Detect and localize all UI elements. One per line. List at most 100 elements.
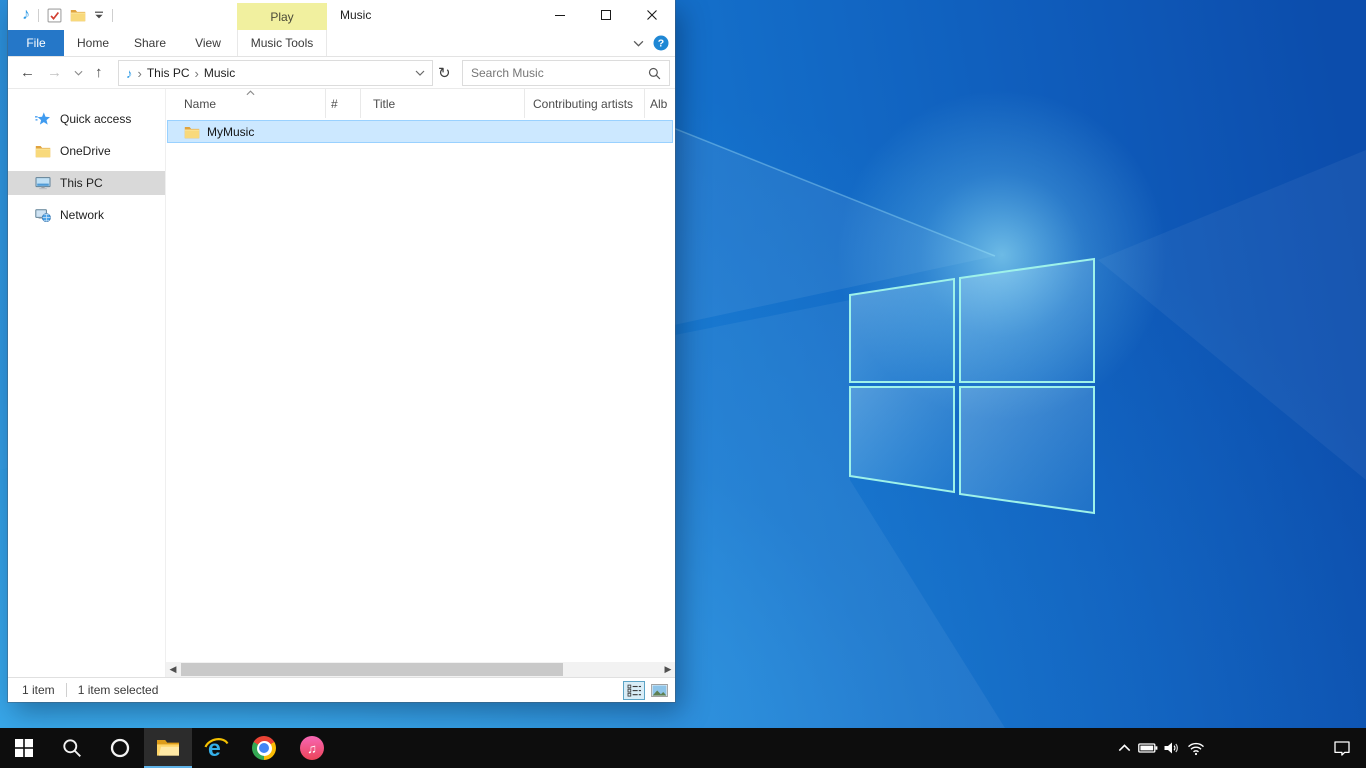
this-pc-monitor-icon [35,176,51,190]
window-controls [537,0,675,30]
start-button[interactable] [0,728,48,768]
address-bar[interactable]: ♪ › This PC › Music [118,60,433,86]
onedrive-folder-icon [35,144,51,158]
tab-home[interactable]: Home [70,30,116,56]
minimize-button[interactable] [537,0,583,30]
thumbnail-view-icon [651,684,668,697]
volume-tray-button[interactable] [1160,728,1184,768]
breadcrumb-chevron: › [190,67,204,80]
network-tray-button[interactable] [1184,728,1208,768]
taskbar-chrome-button[interactable] [240,728,288,768]
toolbar-separator [112,9,113,22]
sidebar-item-onedrive[interactable]: OneDrive [8,139,165,163]
close-button[interactable] [629,0,675,30]
status-separator [66,683,67,697]
file-explorer-window: ♪ Play Music File Home Share View Music … [8,0,675,702]
sidebar-item-network[interactable]: Network [8,203,165,227]
refresh-button[interactable]: ↻ [438,57,451,88]
back-button[interactable]: ← [20,65,35,80]
minimize-ribbon-chevron-icon[interactable] [633,40,644,47]
scroll-left-arrow[interactable]: ◀ [166,662,180,677]
ribbon-tabs: File Home Share View Music Tools [8,30,675,57]
chrome-icon [252,736,276,760]
address-bar-row: ← → ↑ ♪ › This PC › Music ↻ [8,57,675,89]
column-header-name[interactable]: Name [166,89,326,118]
sidebar-item-quick-access[interactable]: Quick access [8,107,165,131]
breadcrumb-music[interactable]: Music [204,66,235,80]
tab-file[interactable]: File [8,30,64,56]
search-box [462,60,670,86]
sidebar-item-label: OneDrive [60,144,111,158]
recent-locations-chevron-icon[interactable] [74,70,83,76]
speaker-icon [1163,741,1181,755]
contextual-tab-play[interactable]: Play [237,3,327,30]
column-header-album[interactable]: Alb [645,89,675,118]
tab-music-tools[interactable]: Music Tools [237,30,327,56]
internet-explorer-icon [203,735,229,761]
sort-ascending-icon [246,90,255,96]
action-center-button[interactable] [1318,728,1366,768]
cortana-button[interactable] [96,728,144,768]
title-bar: ♪ Play Music [8,0,675,30]
horizontal-scrollbar[interactable]: ◀ ▶ [166,662,675,677]
file-row-mymusic[interactable]: MyMusic [167,120,673,143]
taskbar-internet-explorer-button[interactable] [192,728,240,768]
toolbar-separator [38,9,39,22]
column-header-number[interactable]: # [326,89,361,118]
taskbar-itunes-button[interactable]: ♫ [288,728,336,768]
cortana-circle-icon [110,738,130,758]
chevron-up-icon [1118,744,1131,752]
column-header-title[interactable]: Title [361,89,525,118]
sidebar-item-label: Quick access [60,112,131,126]
file-explorer-icon [156,737,180,757]
show-hidden-icons-button[interactable] [1112,728,1136,768]
up-button[interactable]: ↑ [95,65,103,80]
taskbar-file-explorer-button[interactable] [144,728,192,768]
search-icon [62,738,82,758]
file-name: MyMusic [207,125,254,139]
windows-logo [850,259,1094,513]
app-music-icon: ♪ [22,7,30,23]
column-header-contributing-artists[interactable]: Contributing artists [525,89,645,118]
status-bar: 1 item 1 item selected [8,677,675,702]
forward-button[interactable]: → [47,65,62,80]
file-list-pane: Name # Title Contributing artists Alb My… [166,89,675,677]
properties-icon[interactable] [47,8,62,23]
search-input[interactable] [463,66,648,80]
breadcrumb-this-pc[interactable]: This PC [147,66,190,80]
details-view-icon [627,684,642,697]
customize-toolbar-dropdown-icon[interactable] [94,11,104,19]
taskbar: ♫ [0,728,1366,768]
window-title: Music [340,0,371,30]
column-headers: Name # Title Contributing artists Alb [166,89,675,118]
network-icon [35,208,51,222]
new-folder-icon[interactable] [70,8,86,22]
details-view-button[interactable] [623,681,645,700]
window-body: Quick access OneDrive This PC Network Na… [8,89,675,677]
sidebar-item-label: This PC [60,176,103,190]
address-dropdown-chevron-icon[interactable] [415,70,425,76]
help-icon[interactable] [653,35,669,51]
windows-start-icon [15,739,33,757]
battery-tray-button[interactable] [1136,728,1160,768]
quick-access-star-icon [35,111,51,127]
taskbar-search-button[interactable] [48,728,96,768]
tab-share[interactable]: Share [126,30,174,56]
breadcrumb-chevron: › [133,67,147,80]
items-count: 1 item [22,683,55,697]
navigation-pane: Quick access OneDrive This PC Network [8,89,166,677]
navigation-buttons: ← → ↑ [20,57,103,88]
sidebar-item-label: Network [60,208,104,222]
maximize-button[interactable] [583,0,629,30]
tab-view[interactable]: View [184,30,232,56]
wifi-icon [1187,741,1205,756]
battery-icon [1138,742,1158,754]
system-tray [1112,728,1208,768]
sidebar-item-this-pc[interactable]: This PC [8,171,165,195]
action-center-icon [1333,740,1351,756]
search-icon[interactable] [648,67,661,80]
large-icons-view-button[interactable] [648,681,670,700]
scroll-right-arrow[interactable]: ▶ [661,662,675,677]
folder-icon [184,125,200,139]
scrollbar-thumb[interactable] [181,663,563,676]
